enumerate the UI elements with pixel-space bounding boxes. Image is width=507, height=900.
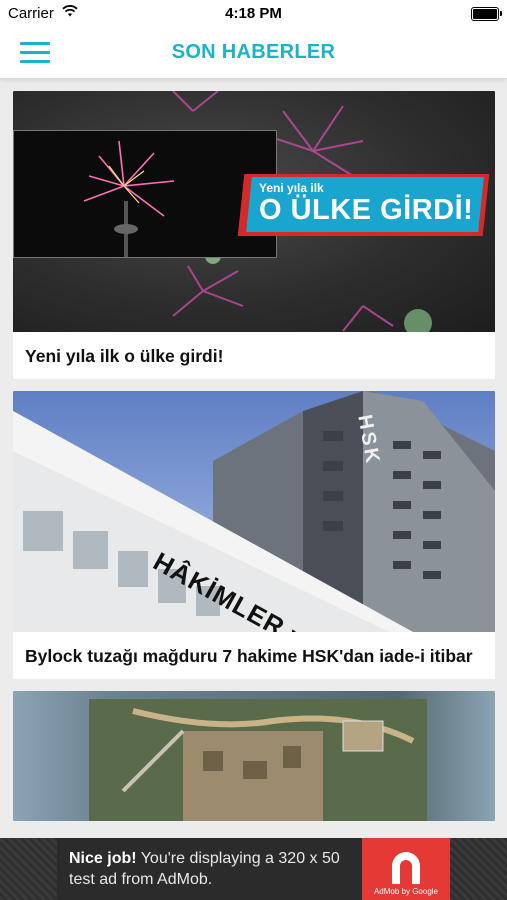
news-feed[interactable]: Yeni yıla ilk O ÜLKE GİRDİ! Yeni yıla il… [13,91,495,833]
admob-brand-label: AdMob by Google [373,887,439,896]
ad-inner[interactable]: Nice job! You're displaying a 320 x 50 t… [57,838,450,900]
ad-banner[interactable]: Nice job! You're displaying a 320 x 50 t… [0,838,507,900]
news-image-fireworks: Yeni yıla ilk O ÜLKE GİRDİ! [13,91,495,332]
fireworks-inset [13,130,277,258]
page-title: SON HABERLER [171,41,336,63]
news-image-hsk-building: HÂKİMLER ve SA HSK [13,391,495,632]
news-image-aerial-excavation [13,691,495,821]
news-card[interactable]: HÂKİMLER ve SA HSK Bylock tuzağı mağduru… [13,391,495,679]
news-title[interactable]: Bylock tuzağı mağduru 7 hakime HSK'dan i… [13,632,495,679]
admob-logo[interactable]: AdMob by Google [362,838,450,900]
aerial-illustration [89,699,427,821]
news-card[interactable] [13,691,495,821]
nav-bar: SON HABERLER [0,28,507,79]
status-bar: Carrier 4:18 PM [0,0,507,28]
clock: 4:18 PM [225,5,282,22]
ad-text: Nice job! You're displaying a 320 x 50 t… [69,850,340,888]
admob-icon [392,852,420,884]
battery-icon [471,7,502,21]
headline-overlay: Yeni yıla ilk O ÜLKE GİRDİ! [237,174,490,236]
news-card[interactable]: Yeni yıla ilk O ÜLKE GİRDİ! Yeni yıla il… [13,91,495,379]
news-title[interactable]: Yeni yıla ilk o ülke girdi! [13,332,495,379]
